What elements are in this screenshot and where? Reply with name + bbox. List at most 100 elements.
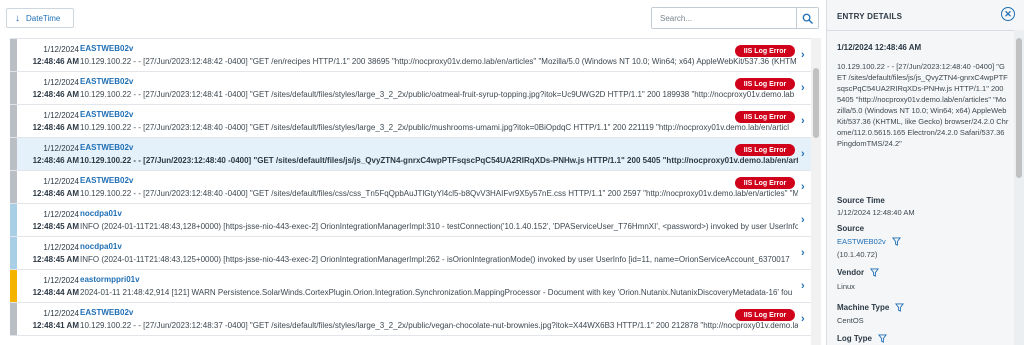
filter-icon[interactable] (877, 334, 887, 343)
entry-host-link[interactable]: EASTWEB02v (80, 77, 133, 86)
search-input[interactable] (652, 8, 796, 28)
log-entry-row[interactable]: 1/12/2024 12:48:46 AM EASTWEB02v 10.129.100… (10, 39, 820, 72)
close-icon: ✕ (1004, 8, 1012, 19)
sort-datetime-button[interactable]: ↓ DateTime (6, 8, 74, 28)
entry-time: 12:48:45 AM (32, 255, 79, 264)
machine-type-label-text: Machine Type (837, 303, 890, 312)
log-entry-row[interactable]: 1/12/2024 12:48:46 AM EASTWEB02v 10.129.100… (10, 72, 820, 105)
entry-details-panel: ENTRY DETAILS ✕ 1/12/2024 12:48:46 AM 10… (827, 0, 1024, 345)
entry-message-preview: 10.129.100.22 - - [27/Jun/2023:12:48:40 … (80, 189, 798, 198)
entry-host-link[interactable]: EASTWEB02v (80, 44, 133, 53)
entry-time: 12:48:46 AM (32, 57, 79, 66)
log-entry-list: 1/12/2024 12:48:46 AM EASTWEB02v 10.129.100… (10, 38, 820, 345)
source-link-row: EASTWEB02v (837, 237, 901, 246)
severity-stripe (10, 39, 17, 71)
chevron-right-icon[interactable]: › (801, 247, 805, 259)
source-time-label-text: Source Time (837, 196, 885, 205)
entry-time: 12:48:44 AM (32, 288, 79, 297)
log-list-scrollbar[interactable] (811, 38, 821, 345)
entry-message-preview: INFO (2024-01-11T21:48:43,128+0000) [htt… (80, 222, 798, 231)
log-entry-row[interactable]: 1/12/2024 12:48:45 AM nocdpa01v INFO (2024-… (10, 237, 820, 270)
vendor-value: Linux (837, 282, 855, 291)
log-entry-row[interactable]: 1/12/2024 12:48:41 AM EASTWEB02v 10.129.100… (10, 303, 820, 336)
chevron-right-icon[interactable]: › (801, 82, 805, 94)
filter-icon[interactable] (895, 303, 905, 312)
entry-host-link[interactable]: nocdpa01v (80, 242, 122, 251)
search-button[interactable] (796, 8, 818, 28)
machine-type-value: CentOS (837, 316, 864, 325)
entry-message-preview: 2024-01-11 21:48:42,914 [121] WARN Persi… (80, 288, 793, 297)
source-label-text: Source (837, 224, 865, 233)
panel-scrollbar-thumb[interactable] (1016, 38, 1022, 178)
severity-stripe (10, 204, 17, 236)
entry-timestamp: 1/12/2024 12:48:46 AM (837, 43, 922, 52)
log-entry-row[interactable]: 1/12/2024 12:48:46 AM EASTWEB02v 10.129.100… (10, 105, 820, 138)
iis-log-error-badge: IIS Log Error (735, 309, 795, 321)
log-entry-row[interactable]: 1/12/2024 12:48:46 AM EASTWEB02v 10.129.100… (10, 171, 820, 204)
entry-time: 12:48:46 AM (32, 156, 79, 165)
sort-down-arrow-icon: ↓ (15, 12, 20, 24)
entry-date: 1/12/2024 (43, 177, 79, 186)
toolbar: ↓ DateTime (0, 0, 822, 38)
entry-host-link[interactable]: EASTWEB02v (80, 110, 133, 119)
iis-log-error-badge: IIS Log Error (735, 78, 795, 90)
filter-icon[interactable] (870, 268, 880, 277)
entry-message-preview: INFO (2024-01-11T21:48:43,125+0000) [htt… (80, 255, 790, 264)
iis-log-error-badge: IIS Log Error (735, 177, 795, 189)
entry-host-link[interactable]: EASTWEB02v (80, 308, 133, 317)
entry-date: 1/12/2024 (43, 276, 79, 285)
entry-time: 12:48:45 AM (32, 222, 79, 231)
source-time-label: Source Time (837, 196, 885, 205)
entry-host-link[interactable]: nocdpa01v (80, 209, 122, 218)
log-type-label: Log Type (837, 334, 887, 343)
log-entry-row[interactable]: 1/12/2024 12:48:46 AM EASTWEB02v 10.129.100… (10, 138, 820, 171)
log-type-label-text: Log Type (837, 334, 872, 343)
entry-host-link[interactable]: EASTWEB02v (80, 143, 133, 152)
entry-date: 1/12/2024 (43, 309, 79, 318)
close-panel-button[interactable]: ✕ (1001, 7, 1015, 21)
severity-stripe (10, 138, 17, 170)
entry-host-link[interactable]: eastormppri01v (80, 275, 140, 284)
entry-date: 1/12/2024 (43, 78, 79, 87)
source-label: Source (837, 224, 864, 233)
severity-stripe (10, 105, 17, 137)
chevron-right-icon[interactable]: › (801, 313, 805, 325)
chevron-right-icon[interactable]: › (801, 280, 805, 292)
panel-title: ENTRY DETAILS (837, 12, 903, 21)
severity-stripe (10, 171, 17, 203)
source-link[interactable]: EASTWEB02v (837, 237, 886, 246)
entry-message-preview: 10.129.100.22 - - [27/Jun/2023:12:48:42 … (80, 57, 797, 66)
log-entry-row[interactable]: 1/12/2024 12:48:45 AM nocdpa01v INFO (2024-… (10, 204, 820, 237)
entry-date: 1/12/2024 (43, 111, 79, 120)
vendor-label: Vendor (837, 268, 880, 277)
chevron-right-icon[interactable]: › (801, 115, 805, 127)
source-ip: (10.1.40.72) (837, 250, 878, 259)
entry-message-preview: 10.129.100.22 - - [27/Jun/2023:12:48:40 … (80, 156, 798, 165)
iis-log-error-badge: IIS Log Error (735, 45, 795, 57)
entry-time: 12:48:46 AM (32, 90, 79, 99)
severity-stripe (10, 270, 17, 302)
chevron-right-icon[interactable]: › (801, 214, 805, 226)
filter-icon[interactable] (891, 237, 901, 246)
entry-message-preview: 10.129.100.22 - - [27/Jun/2023:12:48:41 … (80, 90, 795, 99)
log-list-scrollbar-thumb[interactable] (813, 68, 819, 138)
iis-log-error-badge: IIS Log Error (735, 111, 795, 123)
entry-host-link[interactable]: EASTWEB02v (80, 176, 133, 185)
panel-scrollbar[interactable] (1014, 30, 1024, 345)
chevron-right-icon[interactable]: › (801, 148, 805, 160)
severity-stripe (10, 303, 17, 335)
entry-time: 12:48:46 AM (32, 189, 79, 198)
entry-date: 1/12/2024 (43, 243, 79, 252)
entry-message-preview: 10.129.100.22 - - [27/Jun/2023:12:48:40 … (80, 123, 789, 132)
machine-type-label: Machine Type (837, 303, 905, 312)
search-box (651, 7, 819, 29)
iis-log-error-badge: IIS Log Error (735, 144, 795, 156)
entry-time: 12:48:46 AM (32, 123, 79, 132)
log-entry-row[interactable]: 1/12/2024 12:48:44 AM eastormppri01v 2024-0… (10, 270, 820, 303)
vendor-label-text: Vendor (837, 268, 865, 277)
entry-date: 1/12/2024 (43, 210, 79, 219)
severity-stripe (10, 237, 17, 269)
chevron-right-icon[interactable]: › (801, 49, 805, 61)
entry-date: 1/12/2024 (43, 45, 79, 54)
chevron-right-icon[interactable]: › (801, 181, 805, 193)
